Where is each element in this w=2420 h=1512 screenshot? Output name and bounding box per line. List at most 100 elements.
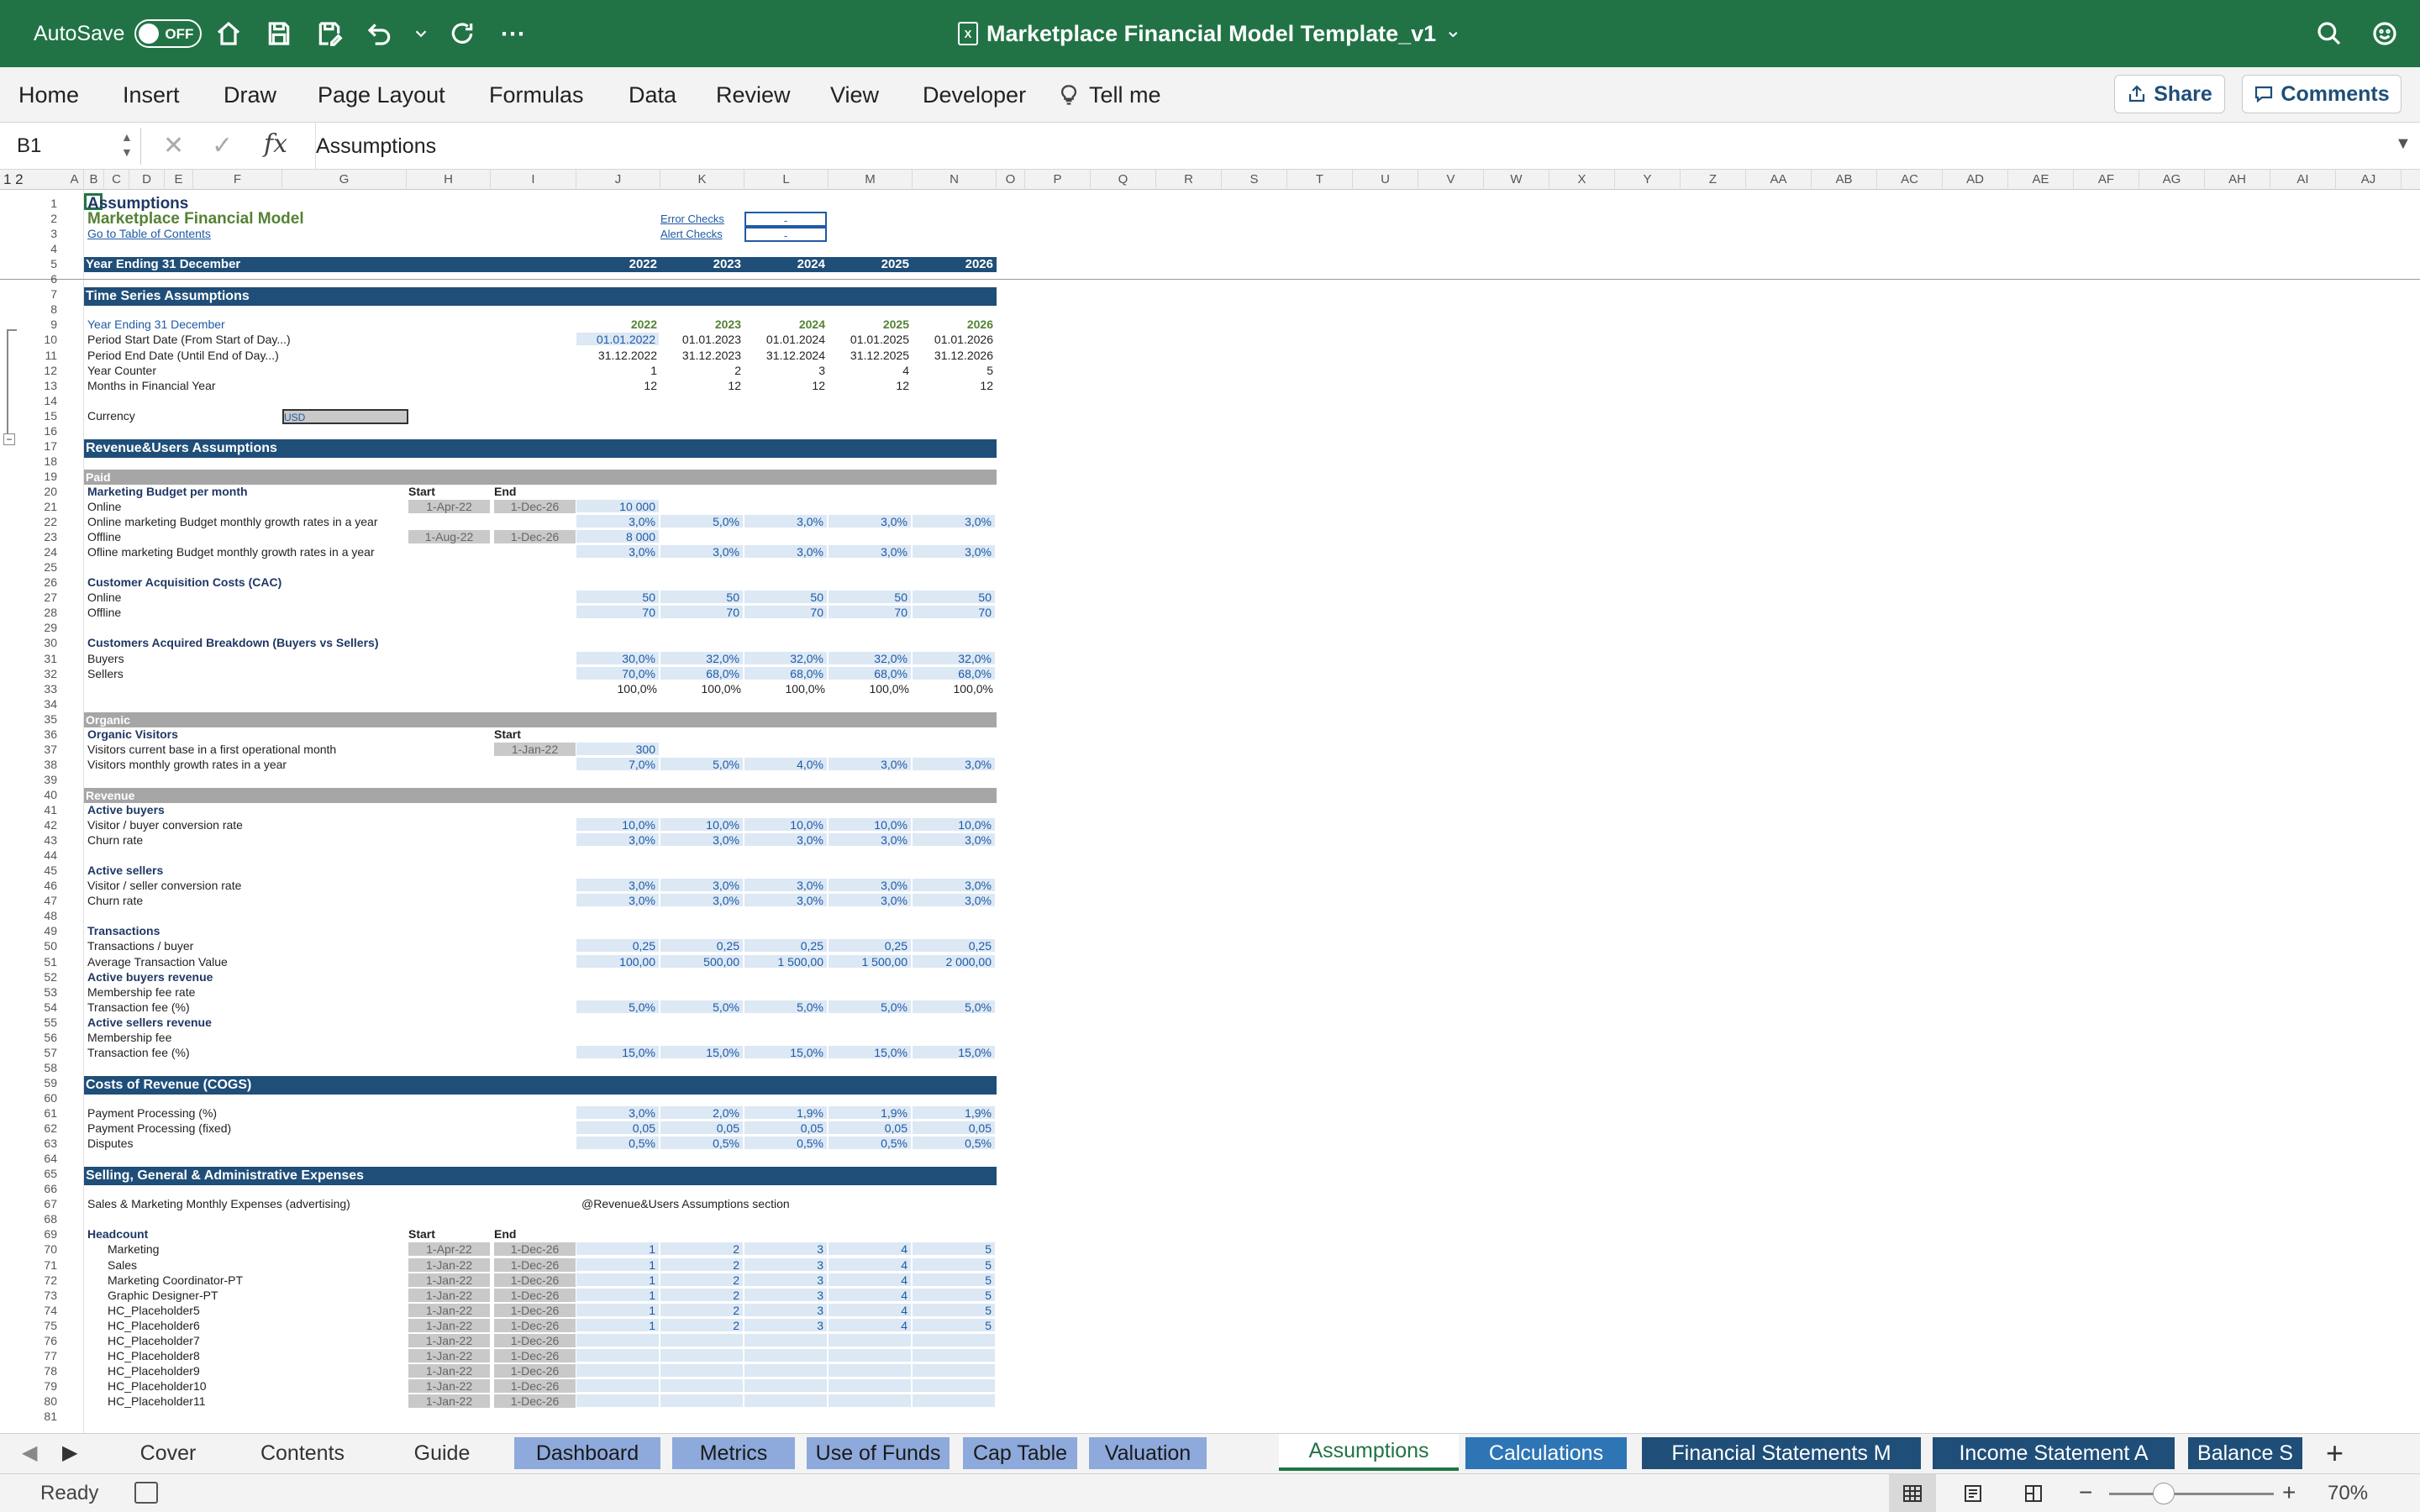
tab-insert[interactable]: Insert	[123, 67, 180, 123]
period-start-input[interactable]: 01.01.2022	[576, 333, 659, 347]
column-header-z[interactable]: Z	[1681, 170, 1746, 190]
row-header[interactable]: 66	[0, 1182, 66, 1195]
row-header[interactable]: 30	[0, 636, 66, 649]
column-header-ab[interactable]: AB	[1812, 170, 1877, 190]
online-growth[interactable]: 5,0%	[660, 515, 743, 529]
headcount-end[interactable]: 1-Dec-26	[494, 1318, 576, 1332]
row-header[interactable]: 77	[0, 1349, 66, 1362]
next-sheet-icon[interactable]: ▶	[62, 1441, 77, 1465]
sheet-tab-dashboard[interactable]: Dashboard	[514, 1437, 660, 1469]
headcount-value[interactable]	[913, 1333, 995, 1347]
seller-transaction-fee[interactable]: 15,0%	[744, 1045, 827, 1059]
row-header[interactable]: 13	[0, 379, 66, 392]
transactions-per-buyer[interactable]: 0,25	[913, 939, 995, 953]
save-as-icon[interactable]	[311, 15, 348, 52]
enter-check-icon[interactable]: ✓	[212, 131, 233, 160]
offline-growth[interactable]: 3,0%	[829, 545, 911, 559]
headcount-start[interactable]: 1-Jan-22	[408, 1378, 491, 1393]
column-header-ae[interactable]: AE	[2008, 170, 2074, 190]
column-header-r[interactable]: R	[1156, 170, 1222, 190]
payment-processing-fixed[interactable]: 0,05	[913, 1121, 995, 1136]
payment-processing-pct[interactable]: 2,0%	[660, 1106, 743, 1120]
column-header-t[interactable]: T	[1287, 170, 1353, 190]
column-header-b[interactable]: B	[84, 170, 104, 190]
column-header-p[interactable]: P	[1025, 170, 1091, 190]
headcount-end[interactable]: 1-Dec-26	[494, 1394, 576, 1408]
row-header[interactable]: 19	[0, 470, 66, 483]
row-header[interactable]: 21	[0, 500, 66, 513]
headcount-value[interactable]	[744, 1363, 827, 1378]
cac-online[interactable]: 50	[744, 591, 827, 605]
row-header[interactable]: 74	[0, 1304, 66, 1317]
offline-end[interactable]: 1-Dec-26	[494, 530, 576, 544]
column-header-n[interactable]: N	[913, 170, 997, 190]
avg-transaction-value[interactable]: 2 000,00	[913, 954, 995, 969]
name-box-spinner-icon[interactable]: ▲ ▼	[121, 129, 133, 160]
tab-review[interactable]: Review	[716, 67, 791, 123]
row-header[interactable]: 12	[0, 364, 66, 377]
headcount-value[interactable]	[913, 1378, 995, 1393]
row-header[interactable]: 8	[0, 302, 66, 316]
headcount-value[interactable]	[744, 1394, 827, 1408]
insert-function-icon[interactable]: fx	[264, 129, 287, 159]
disputes[interactable]: 0,5%	[660, 1137, 743, 1151]
online-growth[interactable]: 3,0%	[576, 515, 659, 529]
headcount-value[interactable]	[576, 1394, 659, 1408]
vs-conversion[interactable]: 3,0%	[829, 879, 911, 893]
row-header[interactable]: 26	[0, 575, 66, 589]
redo-icon[interactable]	[444, 15, 481, 52]
row-header[interactable]: 59	[0, 1076, 66, 1089]
disputes[interactable]: 0,5%	[829, 1137, 911, 1151]
sellers-share[interactable]: 68,0%	[744, 666, 827, 680]
headcount-value[interactable]: 3	[744, 1288, 827, 1302]
row-header[interactable]: 45	[0, 864, 66, 877]
row-header[interactable]: 41	[0, 803, 66, 816]
column-header-af[interactable]: AF	[2074, 170, 2139, 190]
row-header[interactable]: 65	[0, 1167, 66, 1180]
tab-page-layout[interactable]: Page Layout	[318, 67, 445, 123]
comments-button[interactable]: Comments	[2242, 75, 2402, 113]
column-header-u[interactable]: U	[1353, 170, 1418, 190]
headcount-value[interactable]: 4	[829, 1303, 911, 1317]
row-header[interactable]: 79	[0, 1379, 66, 1393]
row-header[interactable]: 80	[0, 1394, 66, 1408]
transactions-per-buyer[interactable]: 0,25	[829, 939, 911, 953]
headcount-value[interactable]: 4	[829, 1242, 911, 1257]
vb-conversion[interactable]: 10,0%	[660, 818, 743, 832]
sellers-share[interactable]: 70,0%	[576, 666, 659, 680]
toc-link[interactable]: Go to Table of Contents	[87, 227, 339, 241]
headcount-value[interactable]: 1	[576, 1242, 659, 1257]
online-end[interactable]: 1-Dec-26	[494, 500, 576, 513]
row-header[interactable]: 11	[0, 349, 66, 362]
row-header[interactable]: 28	[0, 606, 66, 619]
worksheet-grid[interactable]: − 1 2 3 4 5 6 7 8 9 10 11 12 13 14 15 16 17 18 19 20 21 22 23 2…	[0, 190, 2420, 1433]
headcount-start[interactable]: 1-Jan-22	[408, 1348, 491, 1362]
alert-checks-value[interactable]: -	[744, 227, 827, 243]
cac-online[interactable]: 50	[660, 591, 743, 605]
row-header[interactable]: 36	[0, 727, 66, 741]
row-header[interactable]: 39	[0, 773, 66, 786]
headcount-value[interactable]	[576, 1333, 659, 1347]
seller-churn[interactable]: 3,0%	[829, 894, 911, 908]
row-header[interactable]: 48	[0, 909, 66, 922]
visitors-base[interactable]: 300	[576, 742, 659, 756]
column-header-ah[interactable]: AH	[2205, 170, 2270, 190]
tab-view[interactable]: View	[830, 67, 879, 123]
headcount-value[interactable]: 3	[744, 1242, 827, 1257]
transactions-per-buyer[interactable]: 0,25	[660, 939, 743, 953]
vs-conversion[interactable]: 3,0%	[744, 879, 827, 893]
vs-conversion[interactable]: 3,0%	[576, 879, 659, 893]
buyer-churn[interactable]: 3,0%	[913, 833, 995, 848]
headcount-start[interactable]: 1-Apr-22	[408, 1242, 491, 1257]
row-header[interactable]: 51	[0, 955, 66, 969]
headcount-start[interactable]: 1-Jan-22	[408, 1273, 491, 1287]
headcount-start[interactable]: 1-Jan-22	[408, 1333, 491, 1347]
headcount-end[interactable]: 1-Dec-26	[494, 1303, 576, 1317]
payment-processing-fixed[interactable]: 0,05	[829, 1121, 911, 1136]
currency-input[interactable]: USD	[282, 408, 408, 424]
vb-conversion[interactable]: 10,0%	[829, 818, 911, 832]
row-header[interactable]: 14	[0, 394, 66, 407]
column-header-ai[interactable]: AI	[2270, 170, 2336, 190]
row-header[interactable]: 44	[0, 848, 66, 862]
column-header-i[interactable]: I	[491, 170, 576, 190]
